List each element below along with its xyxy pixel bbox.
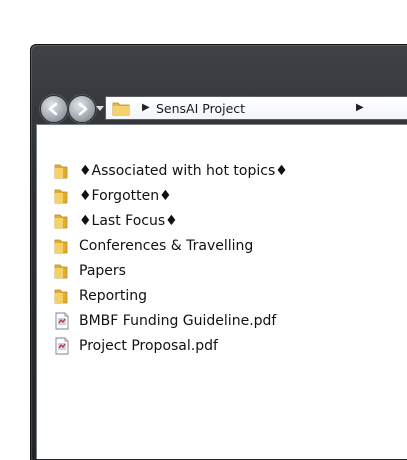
list-item-folder[interactable]: Papers — [53, 261, 126, 281]
folder-icon — [112, 102, 130, 116]
pdf-file-icon — [55, 337, 69, 355]
back-button[interactable] — [40, 95, 68, 123]
folder-icon — [54, 214, 68, 229]
list-item-folder[interactable]: Reporting — [53, 286, 147, 306]
list-item-pdf[interactable]: Project Proposal.pdf — [53, 336, 218, 356]
item-label: ♦Last Focus♦ — [79, 213, 178, 229]
address-bar[interactable]: ▶ SensAI Project ▶ — [105, 96, 407, 120]
item-label: Papers — [79, 263, 126, 279]
pdf-file-icon — [55, 312, 69, 330]
breadcrumb-separator-icon[interactable]: ▶ — [142, 102, 150, 113]
breadcrumb-sensai-project[interactable]: SensAI Project — [156, 101, 245, 116]
list-item-folder[interactable]: ♦Associated with hot topics♦ — [53, 161, 288, 181]
list-item-folder[interactable]: ♦Forgotten♦ — [53, 186, 172, 206]
folder-icon — [54, 239, 68, 254]
forward-button[interactable] — [68, 95, 96, 123]
forward-arrow-icon — [78, 102, 88, 116]
list-item-folder[interactable]: ♦Last Focus♦ — [53, 211, 178, 231]
back-arrow-icon — [48, 102, 58, 116]
item-label: ♦Forgotten♦ — [79, 188, 172, 204]
item-label: ♦Associated with hot topics♦ — [79, 163, 288, 179]
folder-icon — [54, 164, 68, 179]
breadcrumb-separator-icon[interactable]: ▶ — [356, 102, 364, 113]
item-label: Reporting — [79, 288, 148, 304]
folder-icon — [54, 289, 68, 304]
list-item-folder[interactable]: Conferences & Travelling — [53, 236, 253, 256]
item-label: Project Proposal.pdf — [79, 338, 218, 354]
file-list-pane: ♦Associated with hot topics♦ ♦Forgotten♦… — [36, 124, 407, 459]
recent-pages-dropdown-icon[interactable] — [96, 106, 104, 112]
item-label: Conferences & Travelling — [79, 238, 254, 254]
folder-icon — [54, 189, 68, 204]
list-item-pdf[interactable]: BMBF Funding Guideline.pdf — [53, 311, 276, 331]
item-label: BMBF Funding Guideline.pdf — [79, 313, 277, 329]
folder-icon — [54, 264, 68, 279]
